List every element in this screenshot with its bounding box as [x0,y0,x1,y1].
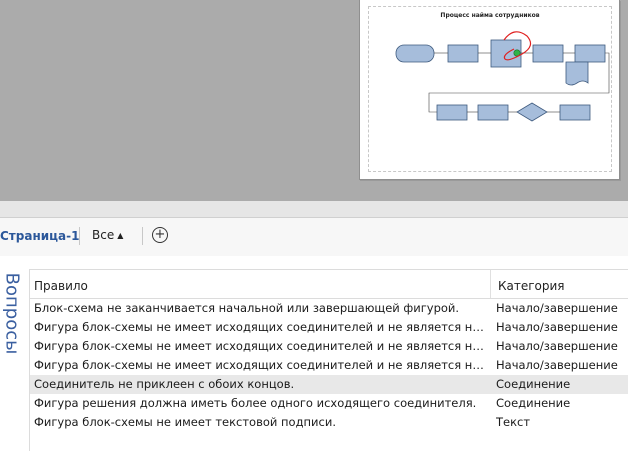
process-shape-3 [532,44,564,63]
column-header-rule[interactable]: Правило [34,279,88,293]
panel-splitter[interactable] [0,201,628,218]
category-cell: Начало/завершение [496,339,618,353]
rule-cell: Фигура блок-схемы не имеет исходящих сое… [34,358,489,372]
rule-cell: Соединитель не приклеен с обоих концов. [34,377,295,391]
process-shape-1 [447,44,479,63]
rule-cell: Фигура блок-схемы не имеет исходящих сое… [34,320,489,334]
toolbar-divider [79,227,80,245]
tab-page-1[interactable]: Страница-1 [0,229,79,243]
document-shape [565,61,589,86]
start-terminator-shape [395,44,435,63]
rule-cell: Фигура блок-схемы не имеет исходящих сое… [34,339,489,353]
rule-cell: Фигура блок-схемы не имеет текстовой под… [34,415,336,429]
table-row[interactable]: Блок-схема не заканчивается начальной ил… [30,299,628,318]
category-cell: Текст [496,415,531,429]
category-cell: Соединение [496,396,571,410]
category-cell: Начало/завершение [496,320,618,334]
category-cell: Соединение [496,377,571,391]
drawing-canvas[interactable]: Процесс найма сотрудников [0,0,628,201]
filter-label: Все [92,228,115,242]
category-cell: Начало/завершение [496,358,618,372]
filter-dropdown[interactable]: Все ▲ [92,228,123,242]
table-header: Правило Категория [30,270,628,299]
flowchart-diagram[interactable] [369,7,611,171]
decision-shape [516,102,548,122]
column-header-category[interactable]: Категория [498,279,565,293]
process-shape-5 [436,104,468,121]
rule-cell: Фигура решения должна иметь более одного… [34,396,477,410]
table-row[interactable]: Фигура блок-схемы не имеет исходящих сое… [30,337,628,356]
caret-up-icon: ▲ [117,231,124,240]
table-row[interactable]: Фигура решения должна иметь более одного… [30,394,628,413]
table-row[interactable]: Фигура блок-схемы не имеет текстовой под… [30,413,628,432]
table-row[interactable]: Соединитель не приклеен с обоих концов. С… [30,375,628,394]
process-shape-7 [559,104,591,121]
column-separator[interactable] [490,270,491,298]
toolbar-divider [142,227,143,245]
process-shape-4 [574,44,606,63]
process-shape-6 [477,104,509,121]
issues-table[interactable]: Правило Категория Блок-схема не заканчив… [29,269,628,451]
category-cell: Начало/завершение [496,301,618,315]
issues-panel-title: Вопросы [1,272,23,355]
rule-cell: Блок-схема не заканчивается начальной ил… [34,301,460,315]
table-row[interactable]: Фигура блок-схемы не имеет исходящих сое… [30,318,628,337]
drawing-page[interactable]: Процесс найма сотрудников [359,0,620,180]
table-row[interactable]: Фигура блок-схемы не имеет исходящих сое… [30,356,628,375]
plus-circle-icon[interactable]: + [152,227,168,243]
page-margin-guide: Процесс найма сотрудников [368,6,612,172]
